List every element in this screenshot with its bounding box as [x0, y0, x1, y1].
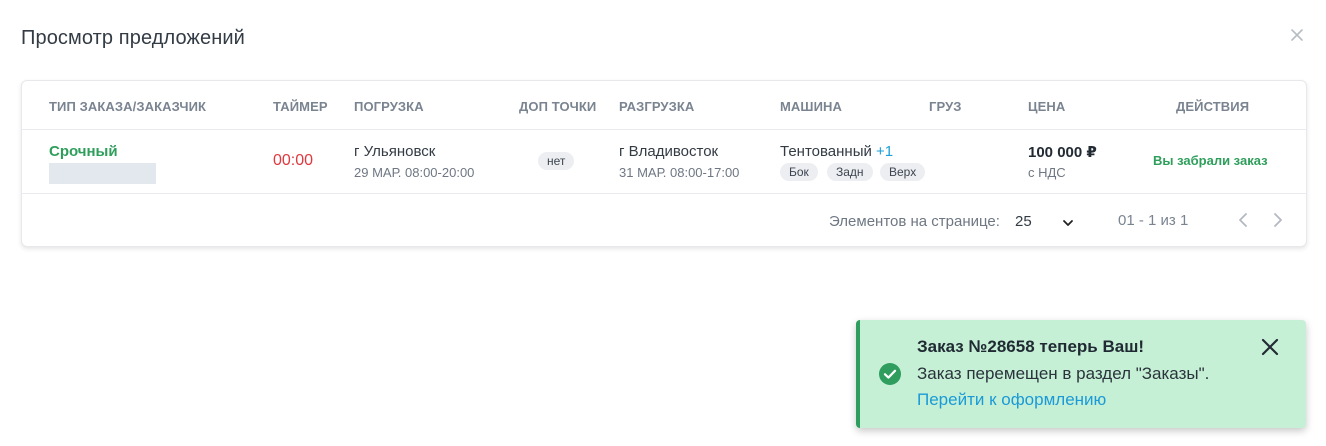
chevron-left-icon[interactable]	[1234, 210, 1252, 230]
check-circle-icon	[879, 363, 901, 385]
chevron-right-icon[interactable]	[1269, 210, 1287, 230]
loading-type-badge: Бок	[780, 163, 818, 181]
header-divider	[22, 129, 1306, 130]
header-timer[interactable]: ТАЙМЕР	[273, 99, 328, 114]
offers-table: ТИП ЗАКАЗА/ЗАКАЗЧИК ТАЙМЕР ПОГРУЗКА ДОП …	[21, 80, 1307, 247]
header-cargo[interactable]: ГРУЗ	[929, 99, 962, 114]
close-icon[interactable]	[1260, 337, 1280, 357]
unloading-datetime: 31 МАР. 08:00-17:00	[619, 165, 740, 180]
header-unloading[interactable]: РАЗГРУЗКА	[619, 99, 694, 114]
vehicle-type-label: Тентованный	[780, 143, 872, 160]
extra-points-badge: нет	[538, 152, 575, 170]
header-loading[interactable]: ПОГРУЗКА	[354, 99, 424, 114]
header-actions: ДЕЙСТВИЯ	[1176, 99, 1250, 114]
header-price[interactable]: ЦЕНА	[1028, 99, 1065, 114]
price-value: 100 000 ₽	[1028, 144, 1097, 161]
vehicle-type: Тентованный +1	[780, 143, 893, 160]
success-toast: Заказ №28658 теперь Ваш! Заказ перемещен…	[856, 320, 1306, 428]
go-to-checkout-link[interactable]: Перейти к оформлению	[917, 390, 1106, 410]
loading-city: г Ульяновск	[354, 143, 436, 160]
action-status: Вы забрали заказ	[1153, 153, 1268, 168]
header-order-type[interactable]: ТИП ЗАКАЗА/ЗАКАЗЧИК	[49, 99, 206, 114]
loading-type-badge: Задн	[827, 163, 873, 181]
toast-message: Заказ перемещен в раздел "Заказы".	[917, 364, 1210, 383]
customer-name-redacted	[49, 163, 156, 184]
dialog-title: Просмотр предложений	[21, 27, 245, 49]
row-divider	[22, 193, 1306, 194]
items-per-page-select[interactable]: 25	[1015, 213, 1032, 230]
pagination-range: 01 - 1 из 1	[1118, 212, 1189, 229]
order-type: Срочный	[49, 143, 118, 160]
vehicle-more-link[interactable]: +1	[876, 143, 893, 160]
header-extra-points[interactable]: ДОП ТОЧКИ	[519, 99, 596, 114]
toast-title: Заказ №28658 теперь Ваш!	[917, 337, 1145, 356]
header-vehicle[interactable]: МАШИНА	[780, 99, 842, 114]
loading-datetime: 29 МАР. 08:00-20:00	[354, 165, 475, 180]
items-per-page-label: Элементов на странице:	[829, 213, 1000, 230]
chevron-down-icon[interactable]	[1060, 215, 1076, 231]
vat-label: с НДС	[1028, 165, 1066, 180]
loading-type-badge: Верх	[880, 163, 926, 181]
close-icon[interactable]	[1287, 25, 1307, 45]
timer-value: 00:00	[273, 152, 314, 169]
unloading-city: г Владивосток	[619, 143, 719, 160]
